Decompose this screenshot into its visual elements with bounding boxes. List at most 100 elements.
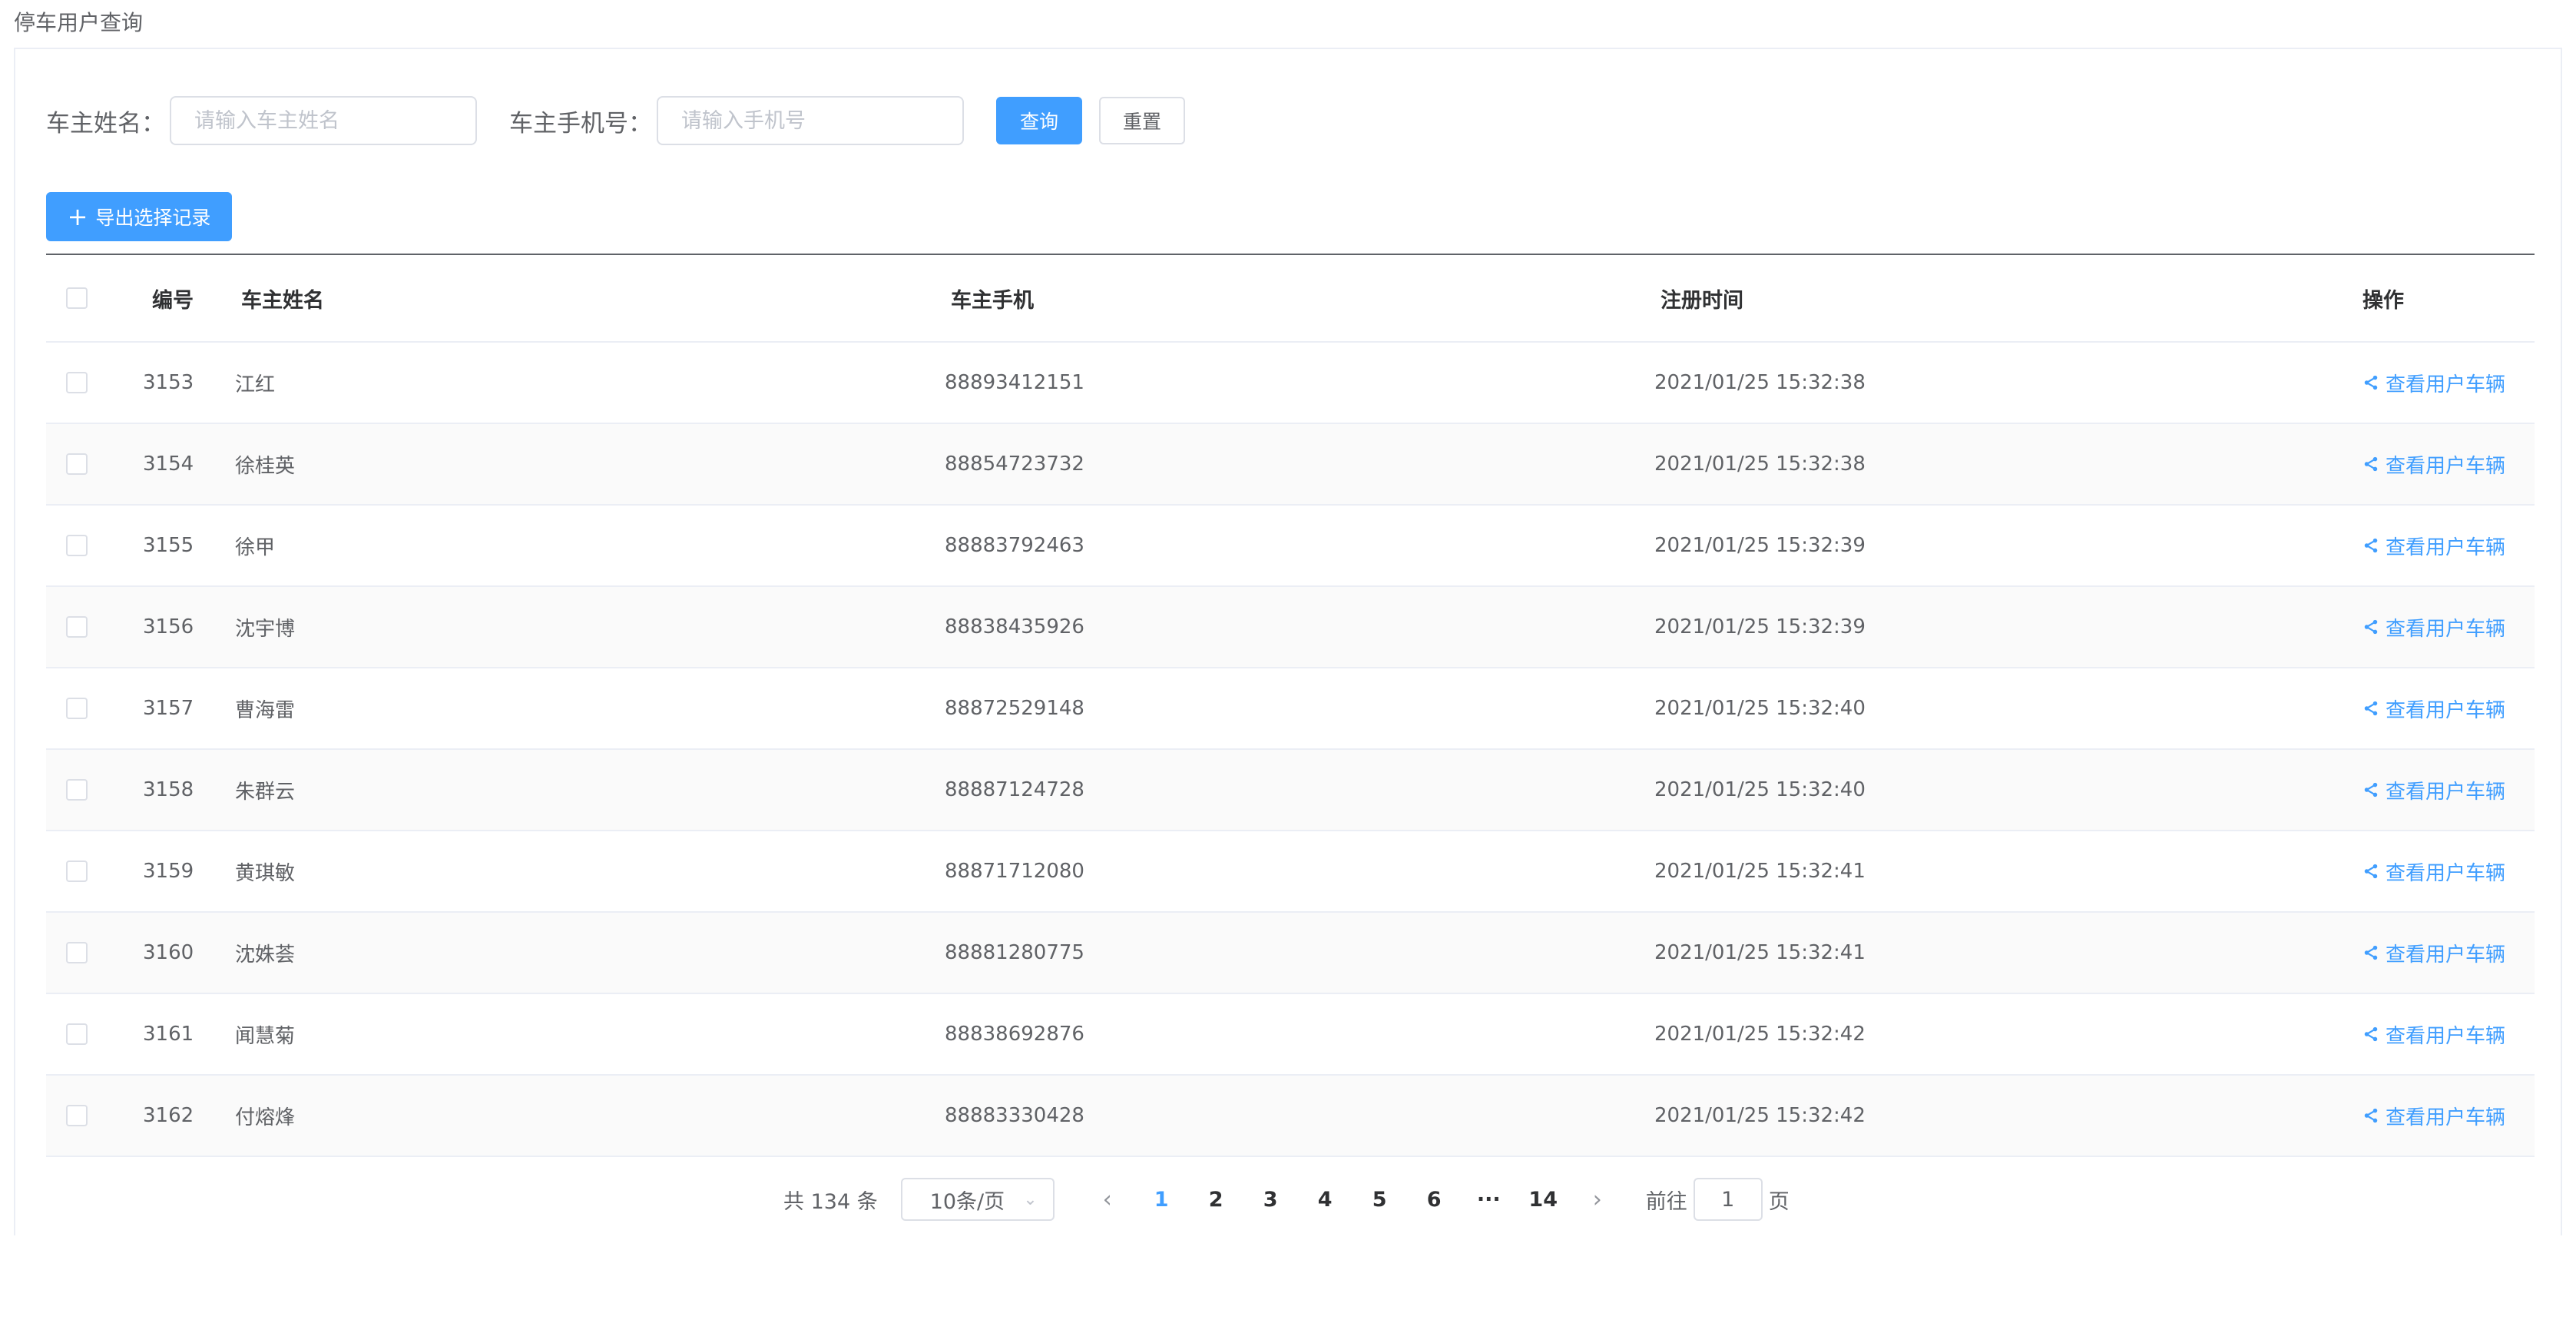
cell-id: 3154 [143,453,194,476]
table-body: 3153 江红 88893412151 2021/01/25 15:32:38 查看用户… [46,343,2535,1157]
select-all-checkbox[interactable] [66,287,88,309]
share-icon [2364,456,2378,472]
cell-register-time: 2021/01/25 15:32:42 [1654,1104,1866,1127]
view-vehicles-link[interactable]: 查看用户车辆 [2362,532,2505,560]
view-vehicles-link[interactable]: 查看用户车辆 [2362,613,2505,642]
view-vehicles-label: 查看用户车辆 [2386,943,2506,967]
prev-page-button[interactable]: ‹ [1081,1186,1134,1213]
view-vehicles-label: 查看用户车辆 [2386,780,2506,804]
owner-name-label: 车主姓名： [46,109,165,138]
row-checkbox[interactable] [66,372,88,393]
row-checkbox[interactable] [66,1105,88,1126]
cell-id: 3153 [143,371,194,394]
page-button-5[interactable]: 5 [1353,1188,1407,1212]
page-title: 停车用户查询 [14,10,144,35]
view-vehicles-link[interactable]: 查看用户车辆 [2362,939,2505,967]
pagination-total: 共 134 条 [783,1189,878,1214]
table-row: 3162 付熔烽 88883330428 2021/01/25 15:32:42 查看用… [46,1076,2535,1157]
share-icon [2364,1026,2378,1042]
cell-owner-phone: 88838692876 [945,1023,1084,1046]
share-icon [2364,701,2378,716]
share-icon [2364,1108,2378,1123]
page-size-value: 10条/页 [929,1189,1005,1214]
cell-id: 3158 [143,778,194,801]
view-vehicles-label: 查看用户车辆 [2386,617,2506,641]
page-ellipsis[interactable]: ··· [1462,1188,1516,1212]
cell-owner-name: 江红 [235,373,276,396]
page-list: 1 2 3 4 5 6 ··· 14 [1134,1188,1571,1212]
table-row: 3159 黄琪敏 88871712080 2021/01/25 15:32:41 查看用… [46,831,2535,913]
cell-owner-phone: 88893412151 [945,371,1084,394]
row-checkbox[interactable] [66,616,88,638]
cell-id: 3155 [143,534,194,557]
table-row: 3155 徐甲 88883792463 2021/01/25 15:32:39 查看用户… [46,506,2535,587]
export-selected-button[interactable]: + 导出选择记录 [46,192,232,241]
cell-id: 3157 [143,697,194,720]
page-button-1[interactable]: 1 [1134,1188,1189,1212]
cell-id: 3156 [143,615,194,638]
view-vehicles-link[interactable]: 查看用户车辆 [2362,695,2505,723]
owner-phone-input[interactable] [657,96,964,145]
cell-register-time: 2021/01/25 15:32:39 [1654,615,1866,638]
page-button-3[interactable]: 3 [1243,1188,1298,1212]
goto-page-input[interactable] [1693,1178,1763,1221]
owner-name-input[interactable] [170,96,477,145]
page-button-6[interactable]: 6 [1407,1188,1462,1212]
table-row: 3158 朱群云 88887124728 2021/01/25 15:32:40 查看用… [46,750,2535,831]
view-vehicles-link[interactable]: 查看用户车辆 [2362,369,2505,397]
view-vehicles-label: 查看用户车辆 [2386,373,2506,396]
header-register-time: 注册时间 [1660,288,1743,313]
cell-owner-name: 徐桂英 [235,454,296,478]
row-checkbox[interactable] [66,1023,88,1045]
cell-owner-phone: 88883330428 [945,1104,1084,1127]
view-vehicles-label: 查看用户车辆 [2386,861,2506,885]
goto-prefix: 前往 [1645,1189,1687,1214]
cell-id: 3160 [143,941,194,964]
view-vehicles-link[interactable]: 查看用户车辆 [2362,857,2505,886]
query-button[interactable]: 查询 [996,97,1082,144]
view-vehicles-link[interactable]: 查看用户车辆 [2362,1102,2505,1130]
next-page-button[interactable]: › [1571,1186,1624,1213]
cell-owner-name: 付熔烽 [235,1106,296,1129]
view-vehicles-label: 查看用户车辆 [2386,454,2506,478]
table-row: 3153 江红 88893412151 2021/01/25 15:32:38 查看用户… [46,343,2535,424]
row-checkbox[interactable] [66,698,88,719]
cell-register-time: 2021/01/25 15:32:40 [1654,778,1866,801]
view-vehicles-label: 查看用户车辆 [2386,1106,2506,1129]
header-operation: 操作 [2362,288,2404,313]
pagination: 共 134 条 10条/页 ⌄ ‹ 123456···14 › 前往 页 [783,1176,1790,1222]
view-vehicles-link[interactable]: 查看用户车辆 [2362,1020,2505,1049]
cell-owner-name: 徐甲 [235,536,276,559]
cell-register-time: 2021/01/25 15:32:38 [1654,371,1866,394]
table-row: 3160 沈姝荟 88881280775 2021/01/25 15:32:41 查看用… [46,913,2535,994]
cell-register-time: 2021/01/25 15:32:41 [1654,860,1866,883]
cell-register-time: 2021/01/25 15:32:42 [1654,1023,1866,1046]
cell-owner-phone: 88881280775 [945,941,1084,964]
row-checkbox[interactable] [66,861,88,882]
view-vehicles-label: 查看用户车辆 [2386,1024,2506,1048]
cell-owner-phone: 88872529148 [945,697,1084,720]
view-vehicles-link[interactable]: 查看用户车辆 [2362,450,2505,479]
page-button-14[interactable]: 14 [1516,1188,1571,1212]
row-checkbox[interactable] [66,942,88,963]
row-checkbox[interactable] [66,453,88,475]
cell-register-time: 2021/01/25 15:32:38 [1654,453,1866,476]
header-owner-phone: 车主手机 [951,288,1034,313]
share-icon [2364,782,2378,798]
cell-owner-phone: 88838435926 [945,615,1084,638]
user-table: 编号 车主姓名 车主手机 注册时间 操作 3153 江红 88893412151 20… [46,254,2535,1157]
table-header: 编号 车主姓名 车主手机 注册时间 操作 [46,255,2535,343]
table-row: 3157 曹海雷 88872529148 2021/01/25 15:32:40 查看用… [46,668,2535,750]
table-row: 3154 徐桂英 88854723732 2021/01/25 15:32:38 查看用… [46,424,2535,506]
page-button-4[interactable]: 4 [1298,1188,1353,1212]
page-button-2[interactable]: 2 [1189,1188,1243,1212]
cell-register-time: 2021/01/25 15:32:41 [1654,941,1866,964]
page-size-select[interactable]: 10条/页 ⌄ [900,1178,1055,1221]
share-icon [2364,864,2378,879]
row-checkbox[interactable] [66,779,88,801]
reset-button[interactable]: 重置 [1099,97,1185,144]
cell-owner-phone: 88854723732 [945,453,1084,476]
view-vehicles-label: 查看用户车辆 [2386,536,2506,559]
row-checkbox[interactable] [66,535,88,556]
view-vehicles-link[interactable]: 查看用户车辆 [2362,776,2505,804]
